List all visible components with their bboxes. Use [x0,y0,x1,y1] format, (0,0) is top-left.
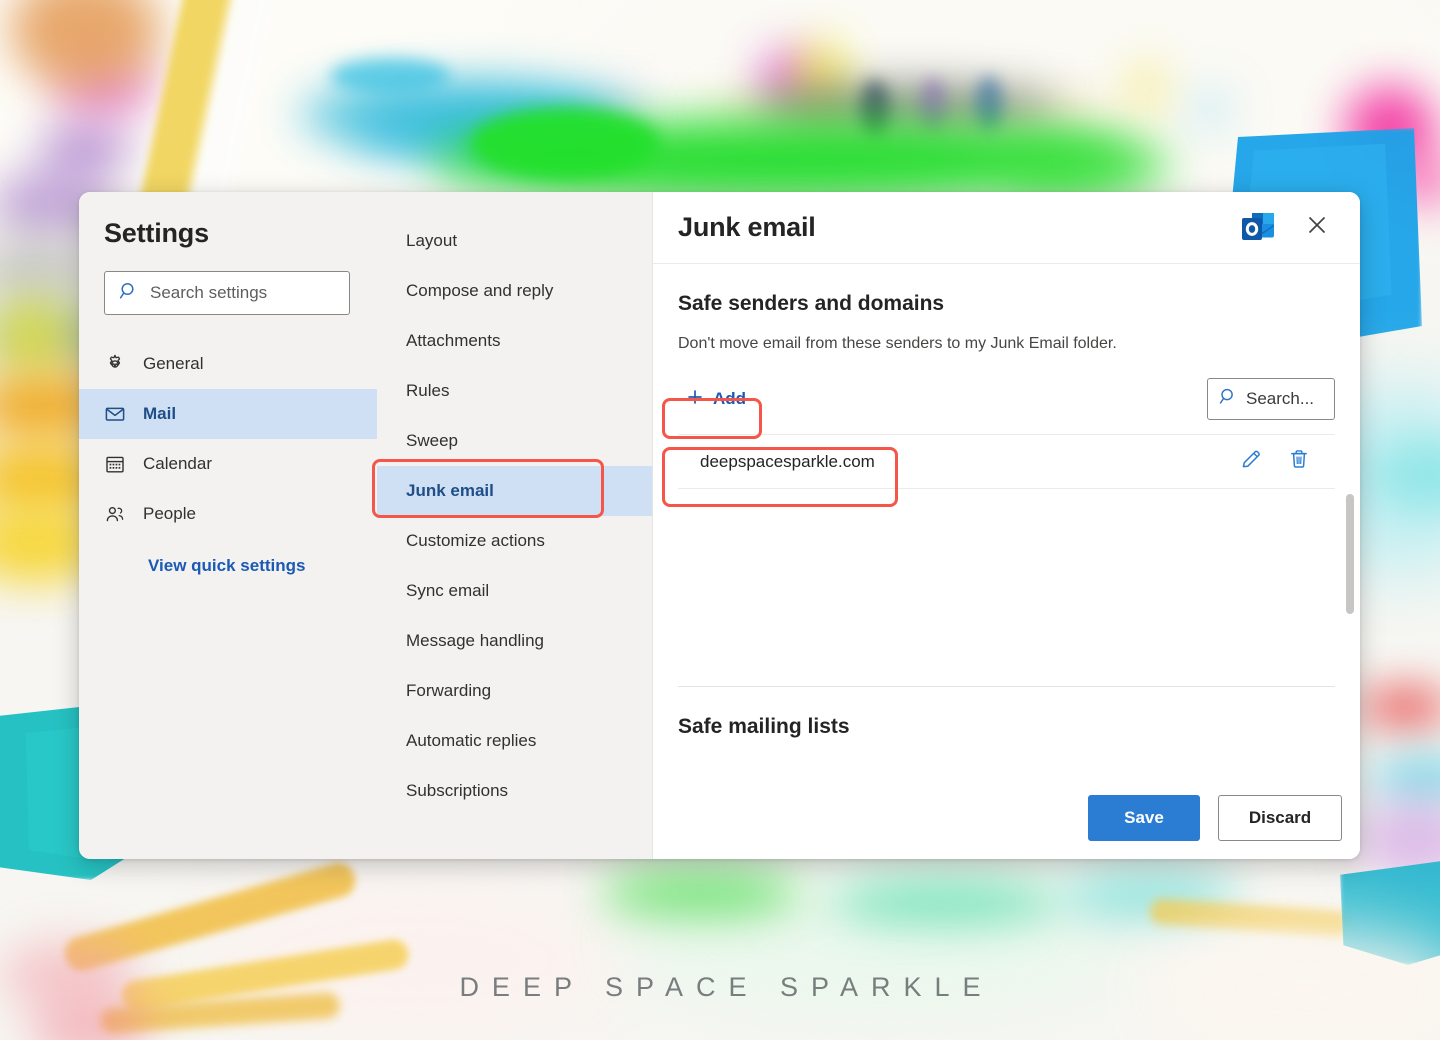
list-search-placeholder: Search... [1246,389,1314,409]
search-icon [119,281,139,306]
safe-sender-value: deepspacesparkle.com [700,452,1239,472]
main-header: Junk email [653,192,1360,264]
sidebar-nav-list: General Mail [79,339,377,539]
gear-icon [104,353,126,375]
bg-paint-cyan [1370,760,1440,796]
search-settings-input[interactable]: Search settings [104,271,350,315]
nav-item-compose-and-reply[interactable]: Compose and reply [377,266,652,316]
discard-button[interactable]: Discard [1218,795,1342,841]
bg-paint-green [470,108,660,178]
table-row[interactable]: deepspacesparkle.com [678,434,1335,489]
calendar-icon [104,453,126,475]
envelope-icon [104,403,126,425]
section-divider [678,686,1335,687]
close-button[interactable] [1299,210,1335,246]
nav-item-forwarding[interactable]: Forwarding [377,666,652,716]
nav-item-attachments[interactable]: Attachments [377,316,652,366]
next-section-heading: Safe mailing lists [678,715,1335,739]
nav-item-customize-actions[interactable]: Customize actions [377,516,652,566]
section-heading: Safe senders and domains [678,292,1335,316]
watermark-text: DEEP SPACE SPARKLE [0,972,1440,1003]
save-button[interactable]: Save [1088,795,1200,841]
bg-paint-red [1360,690,1440,724]
plus-icon [686,388,704,411]
close-icon [1306,214,1328,241]
main-panel-title: Junk email [678,212,1238,243]
search-settings-placeholder: Search settings [150,283,267,303]
bg-paint-green [600,870,800,916]
main-scrollbar[interactable] [1346,344,1354,697]
outlook-logo-icon [1238,207,1280,249]
trash-icon[interactable] [1287,447,1311,476]
sidebar-item-label: General [143,354,203,374]
nav-item-sweep[interactable]: Sweep [377,416,652,466]
settings-category-nav: Layout Compose and reply Attachments Rul… [377,192,653,859]
sidebar-item-people[interactable]: People [79,489,377,539]
view-quick-settings-link[interactable]: View quick settings [104,556,305,576]
bg-paint-blue [975,76,1003,132]
sidebar-item-label: Mail [143,404,176,424]
nav-item-junk-email[interactable]: Junk email [377,466,652,516]
nav-item-layout[interactable]: Layout [377,216,652,266]
main-footer: Save Discard [653,777,1360,859]
section-description: Don't move email from these senders to m… [678,335,1335,353]
nav-item-rules[interactable]: Rules [377,366,652,416]
bg-paint-green [1000,140,1170,192]
bg-paint-cyan [1190,90,1230,130]
bg-paint-green [830,880,1060,924]
page-title: Settings [79,192,377,249]
sidebar-item-label: People [143,504,196,524]
pencil-icon[interactable] [1239,447,1263,476]
sidebar-item-calendar[interactable]: Calendar [79,439,377,489]
add-button[interactable]: Add [678,382,758,417]
scrollbar-thumb[interactable] [1346,494,1354,614]
main-body: Safe senders and domains Don't move emai… [653,264,1360,777]
search-icon [1219,387,1238,411]
settings-sidebar: Settings Search settings General [79,192,377,859]
safe-senders-list: deepspacesparkle.com [678,434,1335,489]
sidebar-item-general[interactable]: General [79,339,377,389]
add-button-label: Add [713,389,746,409]
bg-paint-teal [330,58,450,94]
list-search-input[interactable]: Search... [1207,378,1335,420]
settings-dialog: Settings Search settings General [79,192,1360,859]
bg-paint-yellow [0,300,60,370]
bg-paint-yellow [1130,60,1164,118]
nav-item-sync-email[interactable]: Sync email [377,566,652,616]
nav-item-subscriptions[interactable]: Subscriptions [377,766,652,816]
nav-item-automatic-replies[interactable]: Automatic replies [377,716,652,766]
nav-item-message-handling[interactable]: Message handling [377,616,652,666]
sidebar-item-label: Calendar [143,454,212,474]
bg-palette-disc [40,120,130,180]
list-toolbar: Add Search... [678,378,1335,420]
row-actions [1239,447,1311,476]
sidebar-item-mail[interactable]: Mail [79,389,377,439]
people-icon [104,503,126,525]
settings-main-panel: Junk email [653,192,1360,859]
